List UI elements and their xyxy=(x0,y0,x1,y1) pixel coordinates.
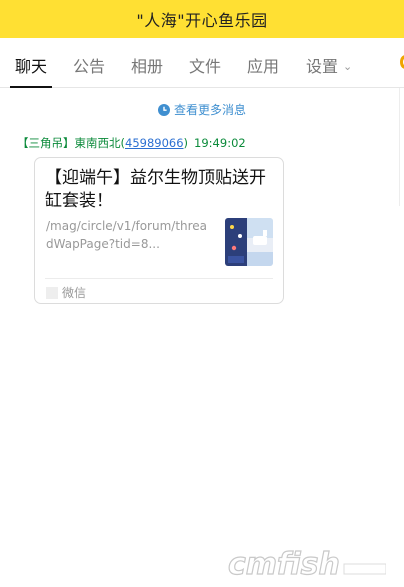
title-bar: "人海"开心鱼乐园 xyxy=(0,0,404,38)
view-more-messages-link[interactable]: 查看更多消息 xyxy=(0,101,404,118)
message-time: 19:49:02 xyxy=(194,136,246,150)
phone-icon[interactable] xyxy=(396,52,404,72)
sender-name[interactable]: 【三角吊】東南西北 xyxy=(17,136,121,150)
tab-album[interactable]: 相册 xyxy=(131,56,163,78)
card-divider xyxy=(45,278,273,279)
card-title: 【迎端午】益尔生物顶贴送开缸套装！ xyxy=(45,168,266,211)
chevron-down-icon: ⌄ xyxy=(343,60,353,73)
clock-icon xyxy=(157,104,170,116)
card-thumbnail xyxy=(225,218,273,266)
tab-settings[interactable]: 设置 ⌄ xyxy=(306,56,352,78)
active-tab-indicator xyxy=(10,86,52,88)
card-description: /mag/circle/v1/forum/threadWapPage?tid=8… xyxy=(46,219,208,251)
tab-apps[interactable]: 应用 xyxy=(247,56,279,78)
tab-settings-label: 设置 xyxy=(306,57,339,76)
view-more-messages-label: 查看更多消息 xyxy=(173,103,246,117)
card-source: 微信 xyxy=(46,285,86,301)
tab-announcements[interactable]: 公告 xyxy=(73,56,105,78)
tab-chat[interactable]: 聊天 xyxy=(15,56,47,78)
message-header: 【三角吊】東南西北(45989066) 19:49:02 xyxy=(17,135,246,151)
sender-id-close: ) xyxy=(183,136,189,150)
card-source-label: 微信 xyxy=(62,286,87,300)
tab-bar: 聊天 公告 相册 文件 应用 设置 ⌄ xyxy=(0,38,404,88)
site-watermark: cmfish xyxy=(227,546,386,580)
watermark-text: cmfish xyxy=(228,547,340,580)
source-app-icon xyxy=(46,287,58,299)
tab-files[interactable]: 文件 xyxy=(189,56,221,78)
sender-id-link[interactable]: 45989066 xyxy=(125,136,184,150)
shared-link-card[interactable]: 【迎端午】益尔生物顶贴送开缸套装！ /mag/circle/v1/forum/t… xyxy=(34,157,284,304)
window-title: "人海"开心鱼乐园 xyxy=(136,11,268,30)
